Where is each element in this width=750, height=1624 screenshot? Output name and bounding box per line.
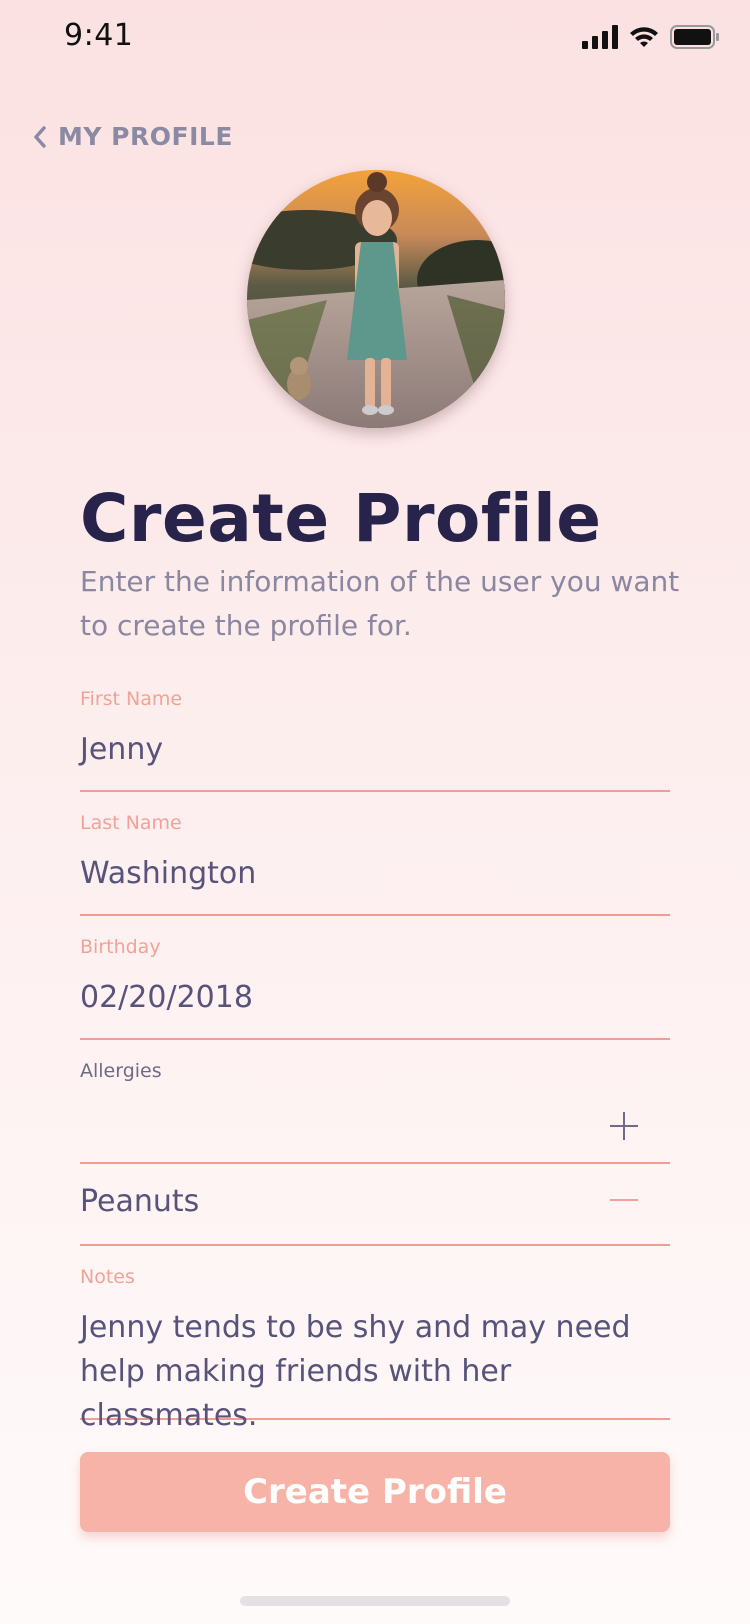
allergies-label: Allergies bbox=[80, 1060, 162, 1082]
status-bar: 9:41 bbox=[0, 0, 750, 80]
allergies-field: Allergies bbox=[80, 1060, 670, 1164]
page-subtitle: Enter the information of the user you wa… bbox=[80, 565, 680, 642]
status-icons bbox=[582, 24, 720, 50]
notes-textarea[interactable]: Jenny tends to be shy and may need help … bbox=[80, 1306, 670, 1438]
notes-field[interactable]: Notes Jenny tends to be shy and may need… bbox=[80, 1266, 670, 1433]
allergy-list-item: Peanuts bbox=[80, 1166, 670, 1246]
notes-label: Notes bbox=[80, 1266, 135, 1288]
birthday-input[interactable]: 02/20/2018 bbox=[80, 980, 253, 1015]
remove-allergy-icon[interactable] bbox=[608, 1196, 640, 1204]
last-name-input[interactable]: Washington bbox=[80, 856, 256, 891]
last-name-field[interactable]: Last Name Washington bbox=[80, 812, 670, 916]
back-label: MY PROFILE bbox=[58, 122, 233, 151]
status-time: 9:41 bbox=[64, 18, 134, 53]
profile-avatar[interactable] bbox=[247, 170, 505, 428]
last-name-label: Last Name bbox=[80, 812, 182, 834]
add-allergy-icon[interactable] bbox=[608, 1110, 640, 1142]
back-button[interactable]: MY PROFILE bbox=[32, 122, 233, 151]
birthday-label: Birthday bbox=[80, 936, 161, 958]
home-indicator bbox=[240, 1596, 510, 1606]
first-name-field[interactable]: First Name Jenny bbox=[80, 688, 670, 792]
page-title: Create Profile bbox=[80, 480, 602, 557]
birthday-field[interactable]: Birthday 02/20/2018 bbox=[80, 936, 670, 1040]
chevron-left-icon bbox=[34, 125, 46, 148]
wifi-icon bbox=[630, 27, 658, 47]
first-name-label: First Name bbox=[80, 688, 183, 710]
allergy-item-label: Peanuts bbox=[80, 1184, 200, 1219]
first-name-input[interactable]: Jenny bbox=[80, 732, 163, 767]
create-profile-button[interactable]: Create Profile bbox=[80, 1452, 670, 1532]
cellular-signal-icon bbox=[582, 25, 618, 49]
battery-icon bbox=[670, 25, 719, 49]
avatar-photo bbox=[247, 170, 505, 428]
